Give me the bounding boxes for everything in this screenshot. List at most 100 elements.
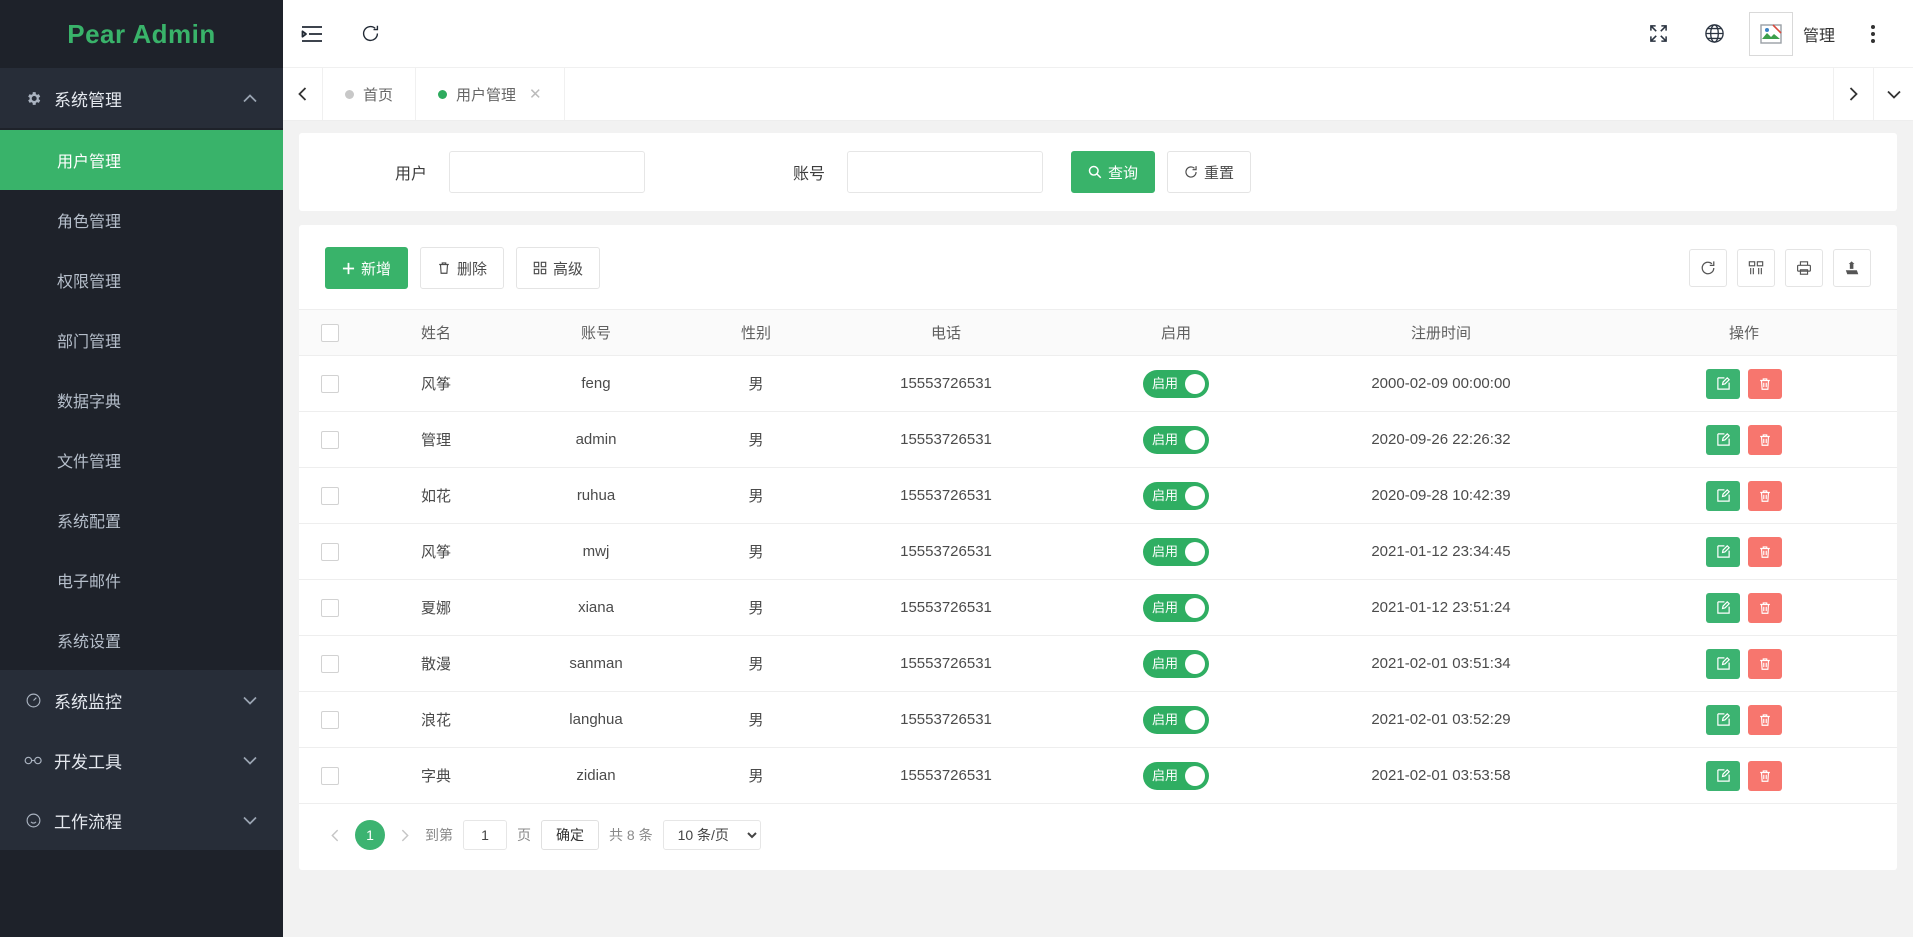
edit-row-button[interactable] (1706, 760, 1740, 791)
fullscreen-button[interactable] (1631, 0, 1687, 68)
table-toolbar-right (1689, 249, 1871, 287)
row-select-cell (299, 523, 361, 580)
sidebar-group-workflow[interactable]: 工作流程 (0, 790, 283, 850)
delete-row-button[interactable] (1748, 368, 1782, 399)
sidebar-group-dev-tools[interactable]: 开发工具 (0, 730, 283, 790)
sidebar-item-system-settings[interactable]: 系统设置 (0, 610, 283, 670)
search-user-input[interactable] (449, 151, 645, 193)
delete-row-button[interactable] (1748, 480, 1782, 511)
cell-enabled: 启用 (1061, 467, 1291, 524)
row-checkbox[interactable] (321, 374, 339, 393)
row-checkbox[interactable] (321, 766, 339, 785)
sidebar-item-data-dictionary[interactable]: 数据字典 (0, 370, 283, 430)
pagination-next-button[interactable] (395, 829, 415, 842)
table-row: 浪花 langhua 男 15553726531 启用 2021-02-01 03:52:… (299, 691, 1897, 748)
page-refresh-button[interactable] (341, 0, 399, 68)
table-refresh-button[interactable] (1689, 249, 1727, 287)
advanced-button[interactable]: 高级 (516, 247, 601, 289)
delete-row-button[interactable] (1748, 536, 1782, 567)
sidebar-item-user-management[interactable]: 用户管理 (0, 130, 283, 190)
row-checkbox[interactable] (321, 710, 339, 729)
enable-toggle[interactable]: 启用 (1143, 369, 1209, 398)
sidebar-group-system-management[interactable]: 系统管理 (0, 68, 283, 128)
row-checkbox[interactable] (321, 542, 339, 561)
columns-icon (1748, 260, 1764, 276)
edit-row-button[interactable] (1706, 480, 1740, 511)
enable-toggle[interactable]: 启用 (1143, 761, 1209, 790)
delete-row-button[interactable] (1748, 424, 1782, 455)
export-button[interactable] (1833, 249, 1871, 287)
pagination-prev-button[interactable] (325, 829, 345, 842)
avatar[interactable] (1748, 11, 1793, 56)
delete-row-button[interactable] (1748, 592, 1782, 623)
sidebar-item-email[interactable]: 电子邮件 (0, 550, 283, 610)
search-account-input[interactable] (847, 151, 1043, 193)
table-row: 夏娜 xiana 男 15553726531 启用 2021-01-12 23:51:24 (299, 579, 1897, 636)
reset-button[interactable]: 重置 (1167, 151, 1252, 193)
add-button[interactable]: 新增 (325, 247, 409, 289)
goto-confirm-button[interactable]: 确定 (541, 820, 599, 850)
table-row: 风筝 mwj 男 15553726531 启用 2021-01-12 23:34:45 (299, 523, 1897, 580)
sidebar-item-file-management[interactable]: 文件管理 (0, 430, 283, 490)
edit-row-button[interactable] (1706, 424, 1740, 455)
enable-toggle[interactable]: 启用 (1143, 593, 1209, 622)
sidebar-item-permission-management[interactable]: 权限管理 (0, 250, 283, 310)
row-checkbox[interactable] (321, 598, 339, 617)
tabs-scroll-right-button[interactable] (1833, 68, 1873, 120)
trash-icon (1760, 545, 1770, 558)
delete-row-button[interactable] (1748, 704, 1782, 735)
cell-account: admin (511, 411, 681, 468)
tab-user-management[interactable]: 用户管理 ✕ (416, 68, 565, 120)
sidebar-item-role-management[interactable]: 角色管理 (0, 190, 283, 250)
cell-enabled: 启用 (1061, 355, 1291, 412)
table-row: 字典 zidian 男 15553726531 启用 2021-02-01 03:53:5… (299, 747, 1897, 804)
cell-actions (1591, 467, 1897, 524)
row-checkbox[interactable] (321, 486, 339, 505)
cell-phone: 15553726531 (831, 691, 1061, 748)
enable-toggle[interactable]: 启用 (1143, 481, 1209, 510)
edit-row-button[interactable] (1706, 368, 1740, 399)
enable-toggle[interactable]: 启用 (1143, 705, 1209, 734)
row-checkbox[interactable] (321, 430, 339, 449)
cell-time: 2020-09-28 10:42:39 (1291, 467, 1591, 524)
sidebar-collapse-button[interactable] (283, 0, 341, 68)
language-button[interactable] (1687, 0, 1743, 68)
page-size-select[interactable]: 10 条/页20 条/页50 条/页100 条/页 (662, 820, 761, 850)
row-checkbox[interactable] (321, 654, 339, 673)
enable-toggle[interactable]: 启用 (1143, 425, 1209, 454)
enable-toggle[interactable]: 启用 (1143, 537, 1209, 566)
sidebar-item-department-management[interactable]: 部门管理 (0, 310, 283, 370)
enable-toggle-label: 启用 (1152, 656, 1179, 671)
row-actions (1706, 648, 1782, 679)
tab-home[interactable]: 首页 (323, 68, 417, 120)
delete-row-button[interactable] (1748, 760, 1782, 791)
tabs-dropdown-button[interactable] (1873, 68, 1913, 120)
delete-row-button[interactable] (1748, 648, 1782, 679)
query-button[interactable]: 查询 (1071, 151, 1156, 193)
search-actions: 查询 重置 (1071, 151, 1252, 193)
close-icon[interactable]: ✕ (529, 85, 542, 103)
account-field: 账号 (763, 151, 1043, 193)
delete-button[interactable]: 删除 (420, 247, 505, 289)
sidebar-group-system-monitor[interactable]: 系统监控 (0, 670, 283, 730)
edit-row-button[interactable] (1706, 704, 1740, 735)
goto-page-input[interactable] (463, 820, 507, 850)
edit-icon (1716, 545, 1730, 558)
header-more-button[interactable] (1857, 24, 1889, 43)
edit-row-button[interactable] (1706, 648, 1740, 679)
cell-actions (1591, 411, 1897, 468)
edit-row-button[interactable] (1706, 592, 1740, 623)
tabs-scroll-left-button[interactable] (283, 68, 323, 120)
enable-toggle[interactable]: 启用 (1143, 649, 1209, 678)
content-area: 用户 账号 查询 重置 新增 删除 高级 姓名 账号 性别 电话 启用 注册时间… (283, 121, 1913, 937)
table-body: 风筝 feng 男 15553726531 启用 2000-02-09 00:00:00 管… (299, 355, 1897, 804)
select-all-checkbox[interactable] (321, 323, 339, 342)
row-actions (1706, 704, 1782, 735)
edit-row-button[interactable] (1706, 536, 1740, 567)
sidebar-item-system-config[interactable]: 系统配置 (0, 490, 283, 550)
column-settings-button[interactable] (1737, 249, 1775, 287)
cell-name: 风筝 (361, 523, 511, 580)
print-button[interactable] (1785, 249, 1823, 287)
trash-icon (1760, 433, 1770, 446)
pagination-page-1[interactable]: 1 (355, 820, 385, 850)
